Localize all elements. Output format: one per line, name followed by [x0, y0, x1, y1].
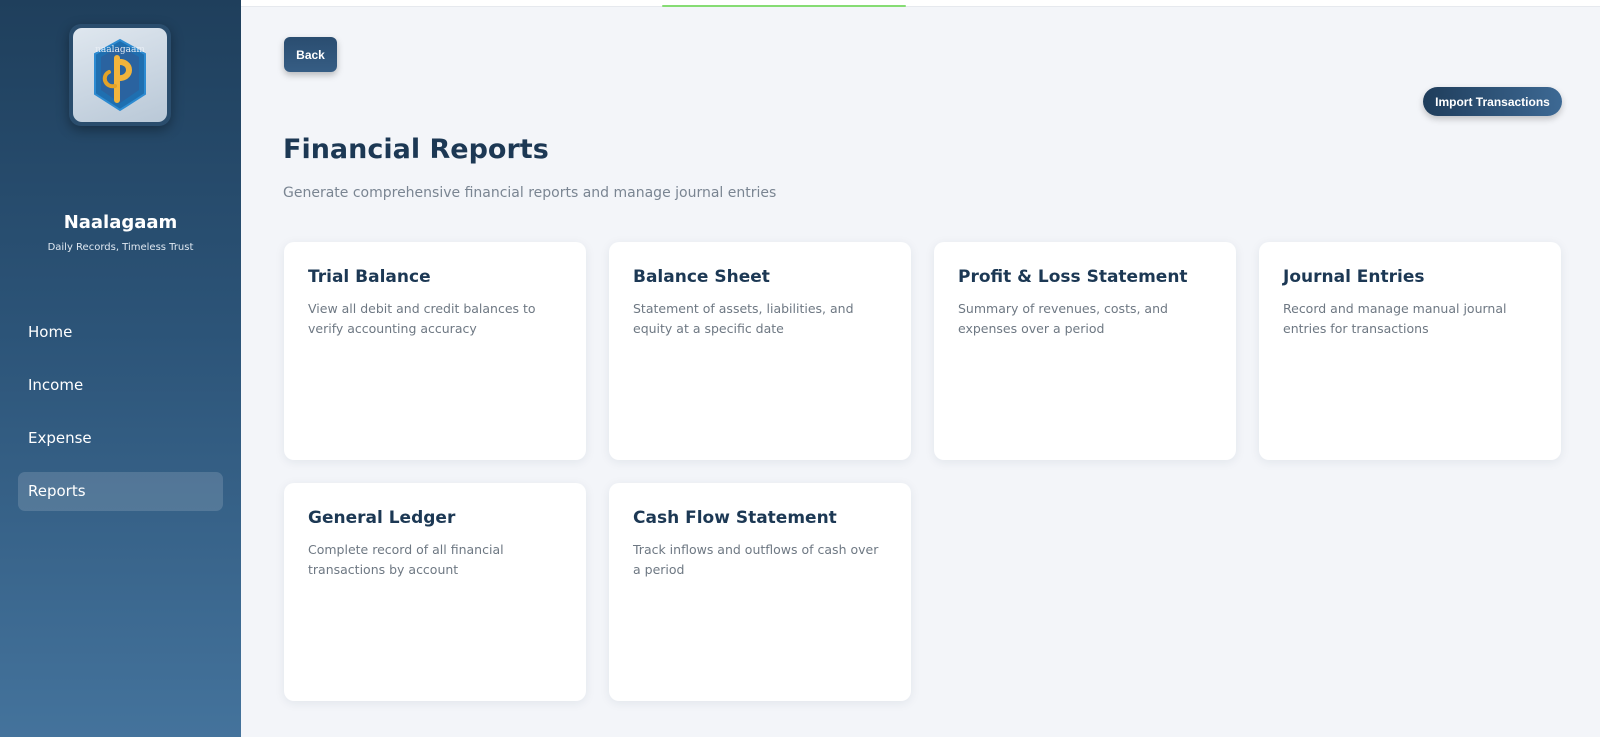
card-description: Statement of assets, liabilities, and eq… — [633, 301, 854, 336]
app-logo[interactable]: naalagaam — [69, 24, 171, 126]
brand-name: Naalagaam — [63, 212, 178, 233]
report-card-general-ledger[interactable]: General Ledger Complete record of all fi… — [284, 483, 586, 701]
sidebar: naalagaam Naalagaam Daily Records, Timel… — [0, 0, 241, 737]
card-title: Journal Entries — [1283, 267, 1425, 287]
import-transactions-button[interactable]: Import Transactions — [1423, 87, 1562, 116]
report-card-profit-loss[interactable]: Profit & Loss Statement Summary of reven… — [934, 242, 1236, 460]
sidebar-item-expense[interactable]: Expense — [18, 419, 223, 458]
card-description: View all debit and credit balances to ve… — [308, 301, 536, 336]
card-description: Complete record of all financial transac… — [308, 542, 504, 577]
logo-emblem-icon — [94, 38, 146, 112]
card-title: Profit & Loss Statement — [958, 267, 1188, 287]
card-title: Balance Sheet — [633, 267, 770, 287]
card-title: Cash Flow Statement — [633, 508, 837, 528]
sidebar-item-home[interactable]: Home — [18, 313, 223, 352]
report-card-trial-balance[interactable]: Trial Balance View all debit and credit … — [284, 242, 586, 460]
sidebar-nav: Home Income Expense Reports — [18, 313, 223, 525]
brand-tagline: Daily Records, Timeless Trust — [47, 242, 194, 253]
report-card-cash-flow[interactable]: Cash Flow Statement Track inflows and ou… — [609, 483, 911, 701]
progress-segment — [662, 5, 906, 7]
report-card-journal-entries[interactable]: Journal Entries Record and manage manual… — [1259, 242, 1561, 460]
report-card-balance-sheet[interactable]: Balance Sheet Statement of assets, liabi… — [609, 242, 911, 460]
logo-wordmark: naalagaam — [95, 45, 145, 55]
card-title: General Ledger — [308, 508, 456, 528]
page-title: Financial Reports — [283, 134, 549, 165]
card-description: Record and manage manual journal entries… — [1283, 301, 1507, 336]
back-button[interactable]: Back — [284, 37, 337, 72]
page-subtitle: Generate comprehensive financial reports… — [283, 185, 777, 201]
logo-image: naalagaam — [73, 28, 167, 122]
card-description: Track inflows and outflows of cash over … — [633, 542, 879, 577]
card-description: Summary of revenues, costs, and expenses… — [958, 301, 1168, 336]
sidebar-item-reports[interactable]: Reports — [18, 472, 223, 511]
sidebar-item-income[interactable]: Income — [18, 366, 223, 405]
card-title: Trial Balance — [308, 267, 431, 287]
